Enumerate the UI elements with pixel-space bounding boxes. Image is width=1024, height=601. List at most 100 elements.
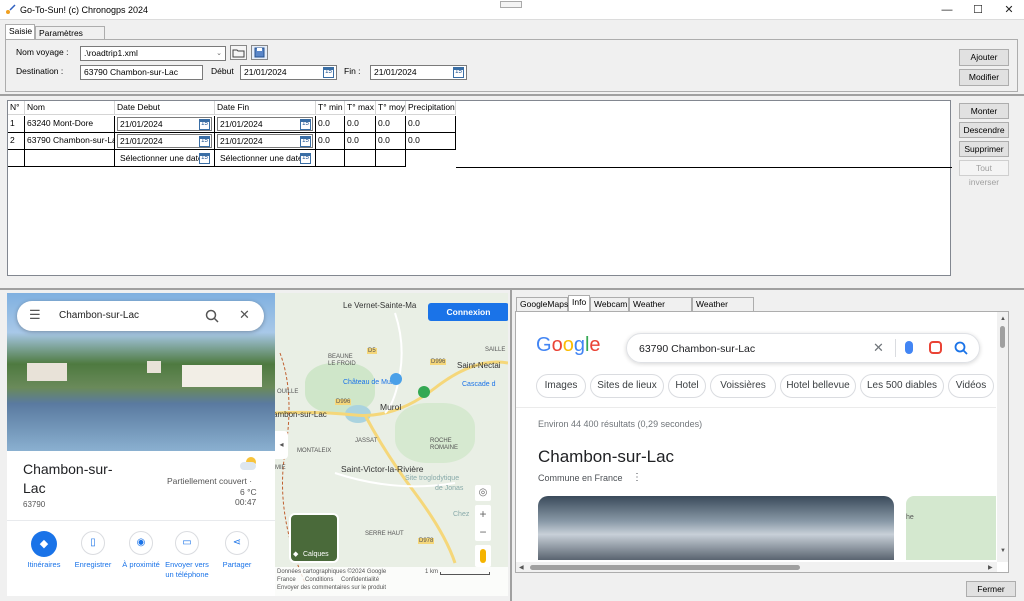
new-row-cell-tmin[interactable] [316,150,345,167]
place-pin-icon[interactable] [390,373,402,385]
send-to-phone-icon[interactable]: ▭ [175,531,199,555]
search-icon[interactable] [954,341,968,355]
mic-icon[interactable] [905,341,913,354]
table-row-cell-tmoy[interactable]: 0.0 [376,116,406,133]
splitter[interactable] [0,288,1024,290]
fin-date-picker[interactable]: 21/01/2024 15 [217,134,313,148]
more-options-icon[interactable]: ⋮ [632,472,642,483]
tab-webcam[interactable]: Webcam [590,297,629,311]
fin-date-picker[interactable]: 21/01/2024 15 [370,65,467,80]
drag-handle[interactable] [500,1,522,8]
close-button[interactable]: ✕ [994,0,1024,20]
street-view-pegman-icon[interactable] [475,545,491,567]
table-row-cell-tmin[interactable]: 0.0 [316,133,345,150]
descendre-button[interactable]: Descendre [959,122,1009,138]
scroll-right-icon[interactable]: ▶ [988,564,993,571]
col-header-tmin[interactable]: T° min [316,101,345,115]
table-row-cell-n[interactable]: 2 [8,133,25,150]
destination-input[interactable]: 63790 Chambon-sur-Lac [80,65,203,80]
maps-search-box[interactable]: ☰ Chambon-sur-Lac ✕ [17,301,264,331]
ajouter-button[interactable]: Ajouter [959,49,1009,66]
close-icon[interactable]: ✕ [239,307,250,323]
table-row-cell-fin[interactable]: 21/01/2024 15 [215,116,316,133]
chip-hotel-bellevue[interactable]: Hotel bellevue [780,374,856,398]
new-row-cell-nom[interactable] [25,150,115,167]
splitter[interactable] [0,94,1024,96]
new-row-cell-n[interactable] [8,150,25,167]
zoom-out-icon[interactable]: − [475,523,491,541]
tab-parametres-meteo[interactable]: Paramètres météo [35,26,105,51]
browser-view[interactable]: Google 63790 Chambon-sur-Lac ✕ Images Si… [515,311,1009,573]
chip-sites-de-lieux[interactable]: Sites de lieux [590,374,664,398]
search-icon[interactable] [205,309,219,323]
table-row-cell-fin[interactable]: 21/01/2024 15 [215,133,316,150]
scroll-up-icon[interactable]: ▲ [1000,316,1006,322]
debut-date-picker[interactable]: 21/01/2024 15 [240,65,337,80]
action-enregistrer[interactable]: Enregistrer [69,560,117,570]
google-search-box[interactable]: 63790 Chambon-sur-Lac ✕ [626,333,980,363]
col-header-tmax[interactable]: T° max [345,101,376,115]
chip-images[interactable]: Images [536,374,586,398]
new-row-cell-tmax[interactable] [345,150,376,167]
vertical-splitter[interactable] [510,290,512,601]
tout-inverser-button[interactable]: Tout inverser [959,160,1009,187]
supprimer-button[interactable]: Supprimer [959,141,1009,157]
open-folder-button[interactable] [230,45,247,60]
table-row-cell-debut[interactable]: 21/01/2024 15 [115,116,215,133]
table-row-cell-nom[interactable]: 63240 Mont-Dore [25,116,115,133]
calendar-icon[interactable]: 15 [300,153,311,164]
table-row-cell-n[interactable]: 1 [8,116,25,133]
lens-icon[interactable] [929,341,942,354]
chip-les-500-diables[interactable]: Les 500 diables [860,374,944,398]
my-location-icon[interactable]: ◎ [475,485,491,501]
table-row-cell-tmoy[interactable]: 0.0 [376,133,406,150]
clear-icon[interactable]: ✕ [873,340,884,356]
kp-photo[interactable] [538,496,894,560]
minimize-button[interactable]: — [932,0,962,20]
save-button[interactable] [251,45,268,60]
fin-date-picker[interactable]: Sélectionner une date 15 [217,151,313,165]
chip-videos[interactable]: Vidéos [948,374,994,398]
table-row-cell-nom[interactable]: 63790 Chambon-sur-Lac [25,133,115,150]
tab-weather-forcast[interactable]: Weather forcast [629,297,692,322]
trip-grid[interactable]: N° Nom Date Debut Date Fin T° min T° max… [7,100,952,276]
debut-date-picker[interactable]: Sélectionner une date 15 [117,151,212,165]
zoom-in-icon[interactable]: + [475,505,491,523]
table-row-cell-precip[interactable]: 0.0 [406,133,456,150]
maximize-button[interactable]: ☐ [963,0,993,20]
col-header-date-debut[interactable]: Date Debut [115,101,215,115]
new-row-cell-tmoy[interactable] [376,150,406,167]
park-pin-icon[interactable] [418,386,430,398]
calendar-icon[interactable]: 15 [453,67,464,78]
tab-weather-history[interactable]: Weather History [692,297,754,322]
fin-date-picker[interactable]: 21/01/2024 15 [217,117,313,131]
calendar-icon[interactable]: 15 [300,136,311,147]
col-header-n[interactable]: N° [8,101,25,115]
maps-search-input[interactable]: Chambon-sur-Lac [59,310,139,321]
col-header-nom[interactable]: Nom [25,101,115,115]
new-row-cell-debut[interactable]: Sélectionner une date 15 [115,150,215,167]
table-row-cell-precip[interactable]: 0.0 [406,116,456,133]
kp-map-thumbnail[interactable]: he [906,496,996,560]
calendar-icon[interactable]: 15 [199,119,210,130]
chip-hotel[interactable]: Hotel [668,374,706,398]
share-icon[interactable]: ⋖ [225,531,249,555]
nom-voyage-combo[interactable]: .\roadtrip1.xml ⌄ [80,46,226,61]
action-proximite[interactable]: À proximité [117,560,165,570]
connexion-button[interactable]: Connexion [428,303,508,321]
action-partager[interactable]: Partager [214,560,260,570]
table-row-cell-tmax[interactable]: 0.0 [345,133,376,150]
vertical-scrollbar[interactable]: ▲ ▼ [997,312,1008,562]
map-footer-privacy[interactable]: Confidentialité [341,577,379,583]
calendar-icon[interactable]: 15 [323,67,334,78]
map-footer-feedback[interactable]: Envoyer des commentaires sur le produit [277,585,386,591]
tab-info[interactable]: Info [568,295,590,311]
col-header-precipitation[interactable]: Precipitation [406,101,456,115]
calendar-icon[interactable]: 15 [199,153,210,164]
directions-icon[interactable]: ◆ [31,531,57,557]
maps-view[interactable]: Le Vernet-Sainte-Ma Connexion BEAUNE LE … [7,293,508,596]
calendar-icon[interactable]: 15 [199,136,210,147]
table-row-cell-tmin[interactable]: 0.0 [316,116,345,133]
table-row-cell-debut[interactable]: 21/01/2024 15 [115,133,215,150]
fermer-button[interactable]: Fermer [966,581,1016,597]
